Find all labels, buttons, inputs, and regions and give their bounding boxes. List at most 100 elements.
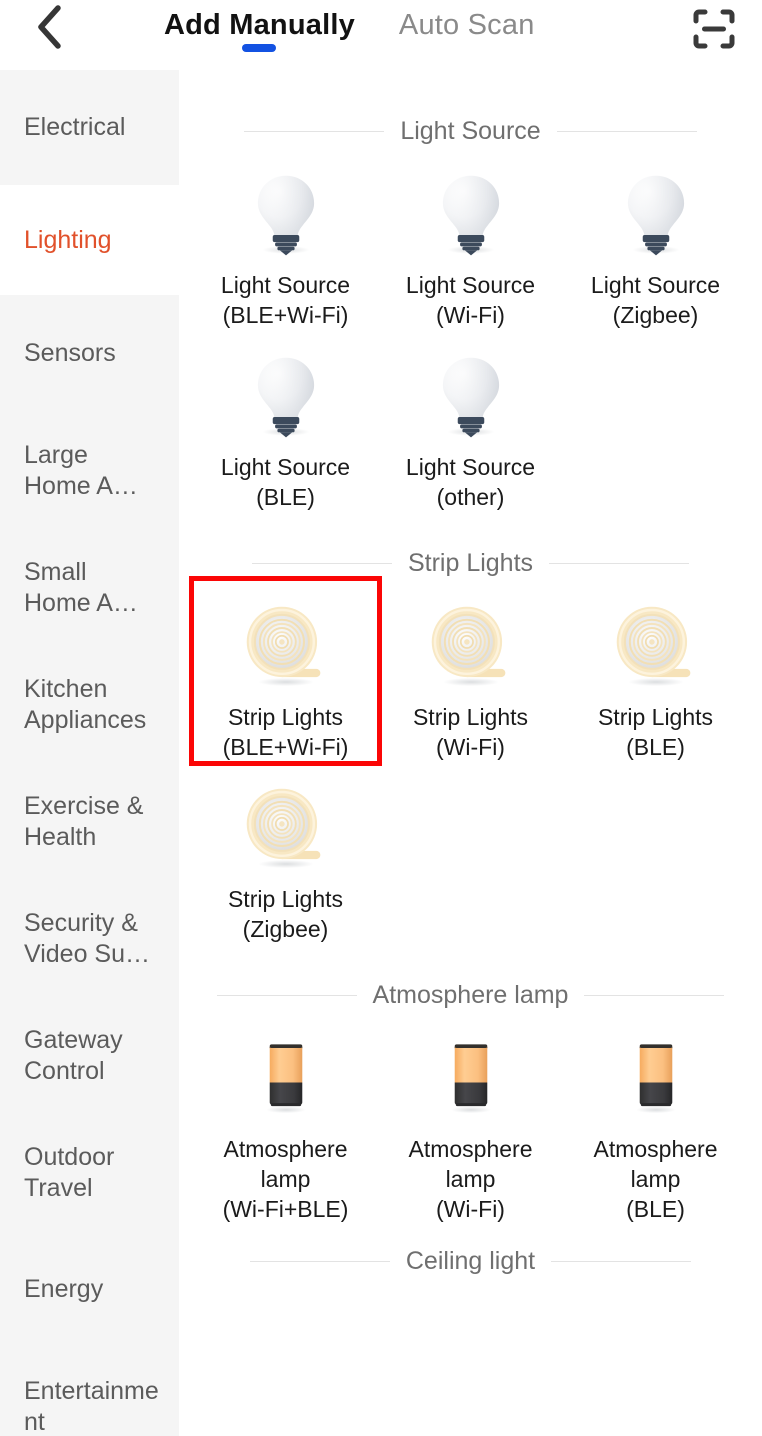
device-label-line2: (BLE) xyxy=(626,734,685,760)
sidebar-item-label: Lighting xyxy=(24,225,112,254)
device-label-line2: lamp xyxy=(260,1166,311,1192)
sidebar-item-label: Exercise & Health xyxy=(24,791,144,851)
sidebar-item-large-home-appliances[interactable]: Large Home A… xyxy=(0,412,179,529)
device-label-line1: Light Source xyxy=(405,454,536,480)
strip-light-coil-icon xyxy=(231,594,341,698)
sidebar-item-sensors[interactable]: Sensors xyxy=(0,295,179,412)
device-label-line2: (Wi-Fi) xyxy=(436,302,505,328)
device-label-line3: (Wi-Fi) xyxy=(436,1196,505,1222)
device-tile-strip-lights-wifi[interactable]: Strip Lights (Wi-Fi) xyxy=(378,580,563,762)
tab-add-manually[interactable]: Add Manually xyxy=(160,8,359,54)
tab-add-manually-label: Add Manually xyxy=(164,9,355,41)
device-label-line1: Atmosphere xyxy=(408,1136,533,1162)
strip-lights-grid: Strip Lights (BLE+Wi-Fi) Strip Lights (W… xyxy=(179,576,762,944)
device-tile-strip-lights-ble[interactable]: Strip Lights (BLE) xyxy=(563,580,748,762)
section-title: Strip Lights xyxy=(407,549,534,577)
device-tile-label: Atmosphere lamp (BLE) xyxy=(568,1134,744,1224)
device-tile-label: Light Source (other) xyxy=(383,452,559,512)
light-bulb-icon xyxy=(231,162,341,266)
strip-light-coil-icon xyxy=(231,776,341,880)
sidebar-item-label: Sensors xyxy=(24,339,116,367)
device-label-line1: Atmosphere xyxy=(593,1136,718,1162)
device-tile-strip-lights-ble-wifi[interactable]: Strip Lights (BLE+Wi-Fi) xyxy=(189,576,382,766)
device-tile-strip-lights-zigbee[interactable]: Strip Lights (Zigbee) xyxy=(193,762,378,944)
sidebar-item-energy[interactable]: Energy xyxy=(0,1231,179,1348)
strip-light-coil-icon xyxy=(416,594,526,698)
section-header-strip-lights: Strip Lights xyxy=(179,546,762,580)
device-label-line1: Strip Lights xyxy=(597,704,714,730)
top-bar: Add Manually Auto Scan xyxy=(0,0,762,70)
sidebar-item-label: Gateway Control xyxy=(24,1025,123,1085)
tab-bar: Add Manually Auto Scan xyxy=(160,8,539,54)
device-tile-label: Light Source (Wi-Fi) xyxy=(383,270,559,330)
category-sidebar[interactable]: Electrical Lighting Sensors Large Home A… xyxy=(0,70,179,1436)
sidebar-item-exercise-health[interactable]: Exercise & Health xyxy=(0,763,179,880)
device-tile-label: Strip Lights (BLE+Wi-Fi) xyxy=(198,702,374,762)
device-tile-label: Light Source (BLE+Wi-Fi) xyxy=(198,270,374,330)
device-tile-atmosphere-lamp-wifi[interactable]: Atmosphere lamp (Wi-Fi) xyxy=(378,1012,563,1224)
sidebar-item-lighting[interactable]: Lighting xyxy=(0,185,179,295)
device-tile-light-source-ble[interactable]: Light Source (BLE) xyxy=(193,330,378,512)
device-tile-light-source-wifi[interactable]: Light Source (Wi-Fi) xyxy=(378,148,563,330)
scan-button[interactable] xyxy=(690,8,738,54)
light-bulb-icon xyxy=(231,344,341,448)
sidebar-item-electrical[interactable]: Electrical xyxy=(0,70,179,185)
section-title: Atmosphere lamp xyxy=(372,981,569,1009)
device-label-line1: Strip Lights xyxy=(412,704,529,730)
device-label-line2: (Zigbee) xyxy=(612,302,699,328)
sidebar-item-small-home-appliances[interactable]: Small Home A… xyxy=(0,529,179,646)
tab-auto-scan[interactable]: Auto Scan xyxy=(395,8,539,54)
device-label-line1: Light Source xyxy=(220,272,351,298)
sidebar-item-label: Security & Video Su… xyxy=(24,908,151,968)
section-title: Ceiling light xyxy=(405,1247,536,1275)
device-tile-atmosphere-lamp-wifi-ble[interactable]: Atmosphere lamp (Wi-Fi+BLE) xyxy=(193,1012,378,1224)
sidebar-item-kitchen-appliances[interactable]: Kitchen Appliances xyxy=(0,646,179,763)
light-source-grid: Light Source (BLE+Wi-Fi) Light Source (W… xyxy=(179,148,762,512)
device-label-line1: Light Source xyxy=(220,454,351,480)
section-header-atmosphere-lamp: Atmosphere lamp xyxy=(179,978,762,1012)
divider-left xyxy=(251,562,392,564)
sidebar-item-label: Large Home A… xyxy=(24,440,138,500)
device-label-line2: (other) xyxy=(436,484,505,510)
sidebar-item-security-video-surveillance[interactable]: Security & Video Su… xyxy=(0,880,179,997)
sidebar-item-entertainment[interactable]: Entertainment xyxy=(0,1348,179,1436)
device-label-line2: (Zigbee) xyxy=(242,916,329,942)
device-tile-label: Strip Lights (BLE) xyxy=(568,702,744,762)
back-button[interactable] xyxy=(22,4,76,54)
device-tile-label: Atmosphere lamp (Wi-Fi+BLE) xyxy=(198,1134,374,1224)
device-label-line1: Strip Lights xyxy=(227,704,344,730)
sidebar-item-label: Energy xyxy=(24,1275,104,1303)
tab-auto-scan-label: Auto Scan xyxy=(398,9,535,41)
sidebar-item-label: Small Home A… xyxy=(24,557,138,617)
divider-right xyxy=(551,1260,692,1262)
device-label-line2: (BLE+Wi-Fi) xyxy=(222,734,349,760)
device-tile-label: Strip Lights (Wi-Fi) xyxy=(383,702,559,762)
section-title: Light Source xyxy=(400,117,541,145)
section-header-ceiling-light: Ceiling light xyxy=(179,1244,762,1278)
device-tile-atmosphere-lamp-ble[interactable]: Atmosphere lamp (BLE) xyxy=(563,1012,748,1224)
sidebar-item-label: Electrical xyxy=(24,113,126,141)
atmosphere-lamp-icon xyxy=(601,1026,711,1130)
sidebar-item-outdoor-travel[interactable]: Outdoor Travel xyxy=(0,1114,179,1231)
device-label-line1: Light Source xyxy=(590,272,721,298)
device-tile-label: Light Source (BLE) xyxy=(198,452,374,512)
light-bulb-icon xyxy=(416,344,526,448)
sidebar-item-label: Kitchen Appliances xyxy=(24,674,147,734)
device-tile-light-source-other[interactable]: Light Source (other) xyxy=(378,330,563,512)
sidebar-item-label: Entertainment xyxy=(24,1376,159,1436)
divider-right xyxy=(556,130,697,132)
atmosphere-lamp-grid: Atmosphere lamp (Wi-Fi+BLE) Atmosphere l… xyxy=(179,1012,762,1224)
chevron-left-icon xyxy=(36,4,62,54)
device-tile-label: Atmosphere lamp (Wi-Fi) xyxy=(383,1134,559,1224)
device-tile-light-source-zigbee[interactable]: Light Source (Zigbee) xyxy=(563,148,748,330)
atmosphere-lamp-icon xyxy=(416,1026,526,1130)
sidebar-item-gateway-control[interactable]: Gateway Control xyxy=(0,997,179,1114)
device-label-line1: Atmosphere xyxy=(223,1136,348,1162)
device-tile-label: Light Source (Zigbee) xyxy=(568,270,744,330)
device-label-line2: lamp xyxy=(630,1166,681,1192)
divider-left xyxy=(244,130,385,132)
device-tile-light-source-ble-wifi[interactable]: Light Source (BLE+Wi-Fi) xyxy=(193,148,378,330)
